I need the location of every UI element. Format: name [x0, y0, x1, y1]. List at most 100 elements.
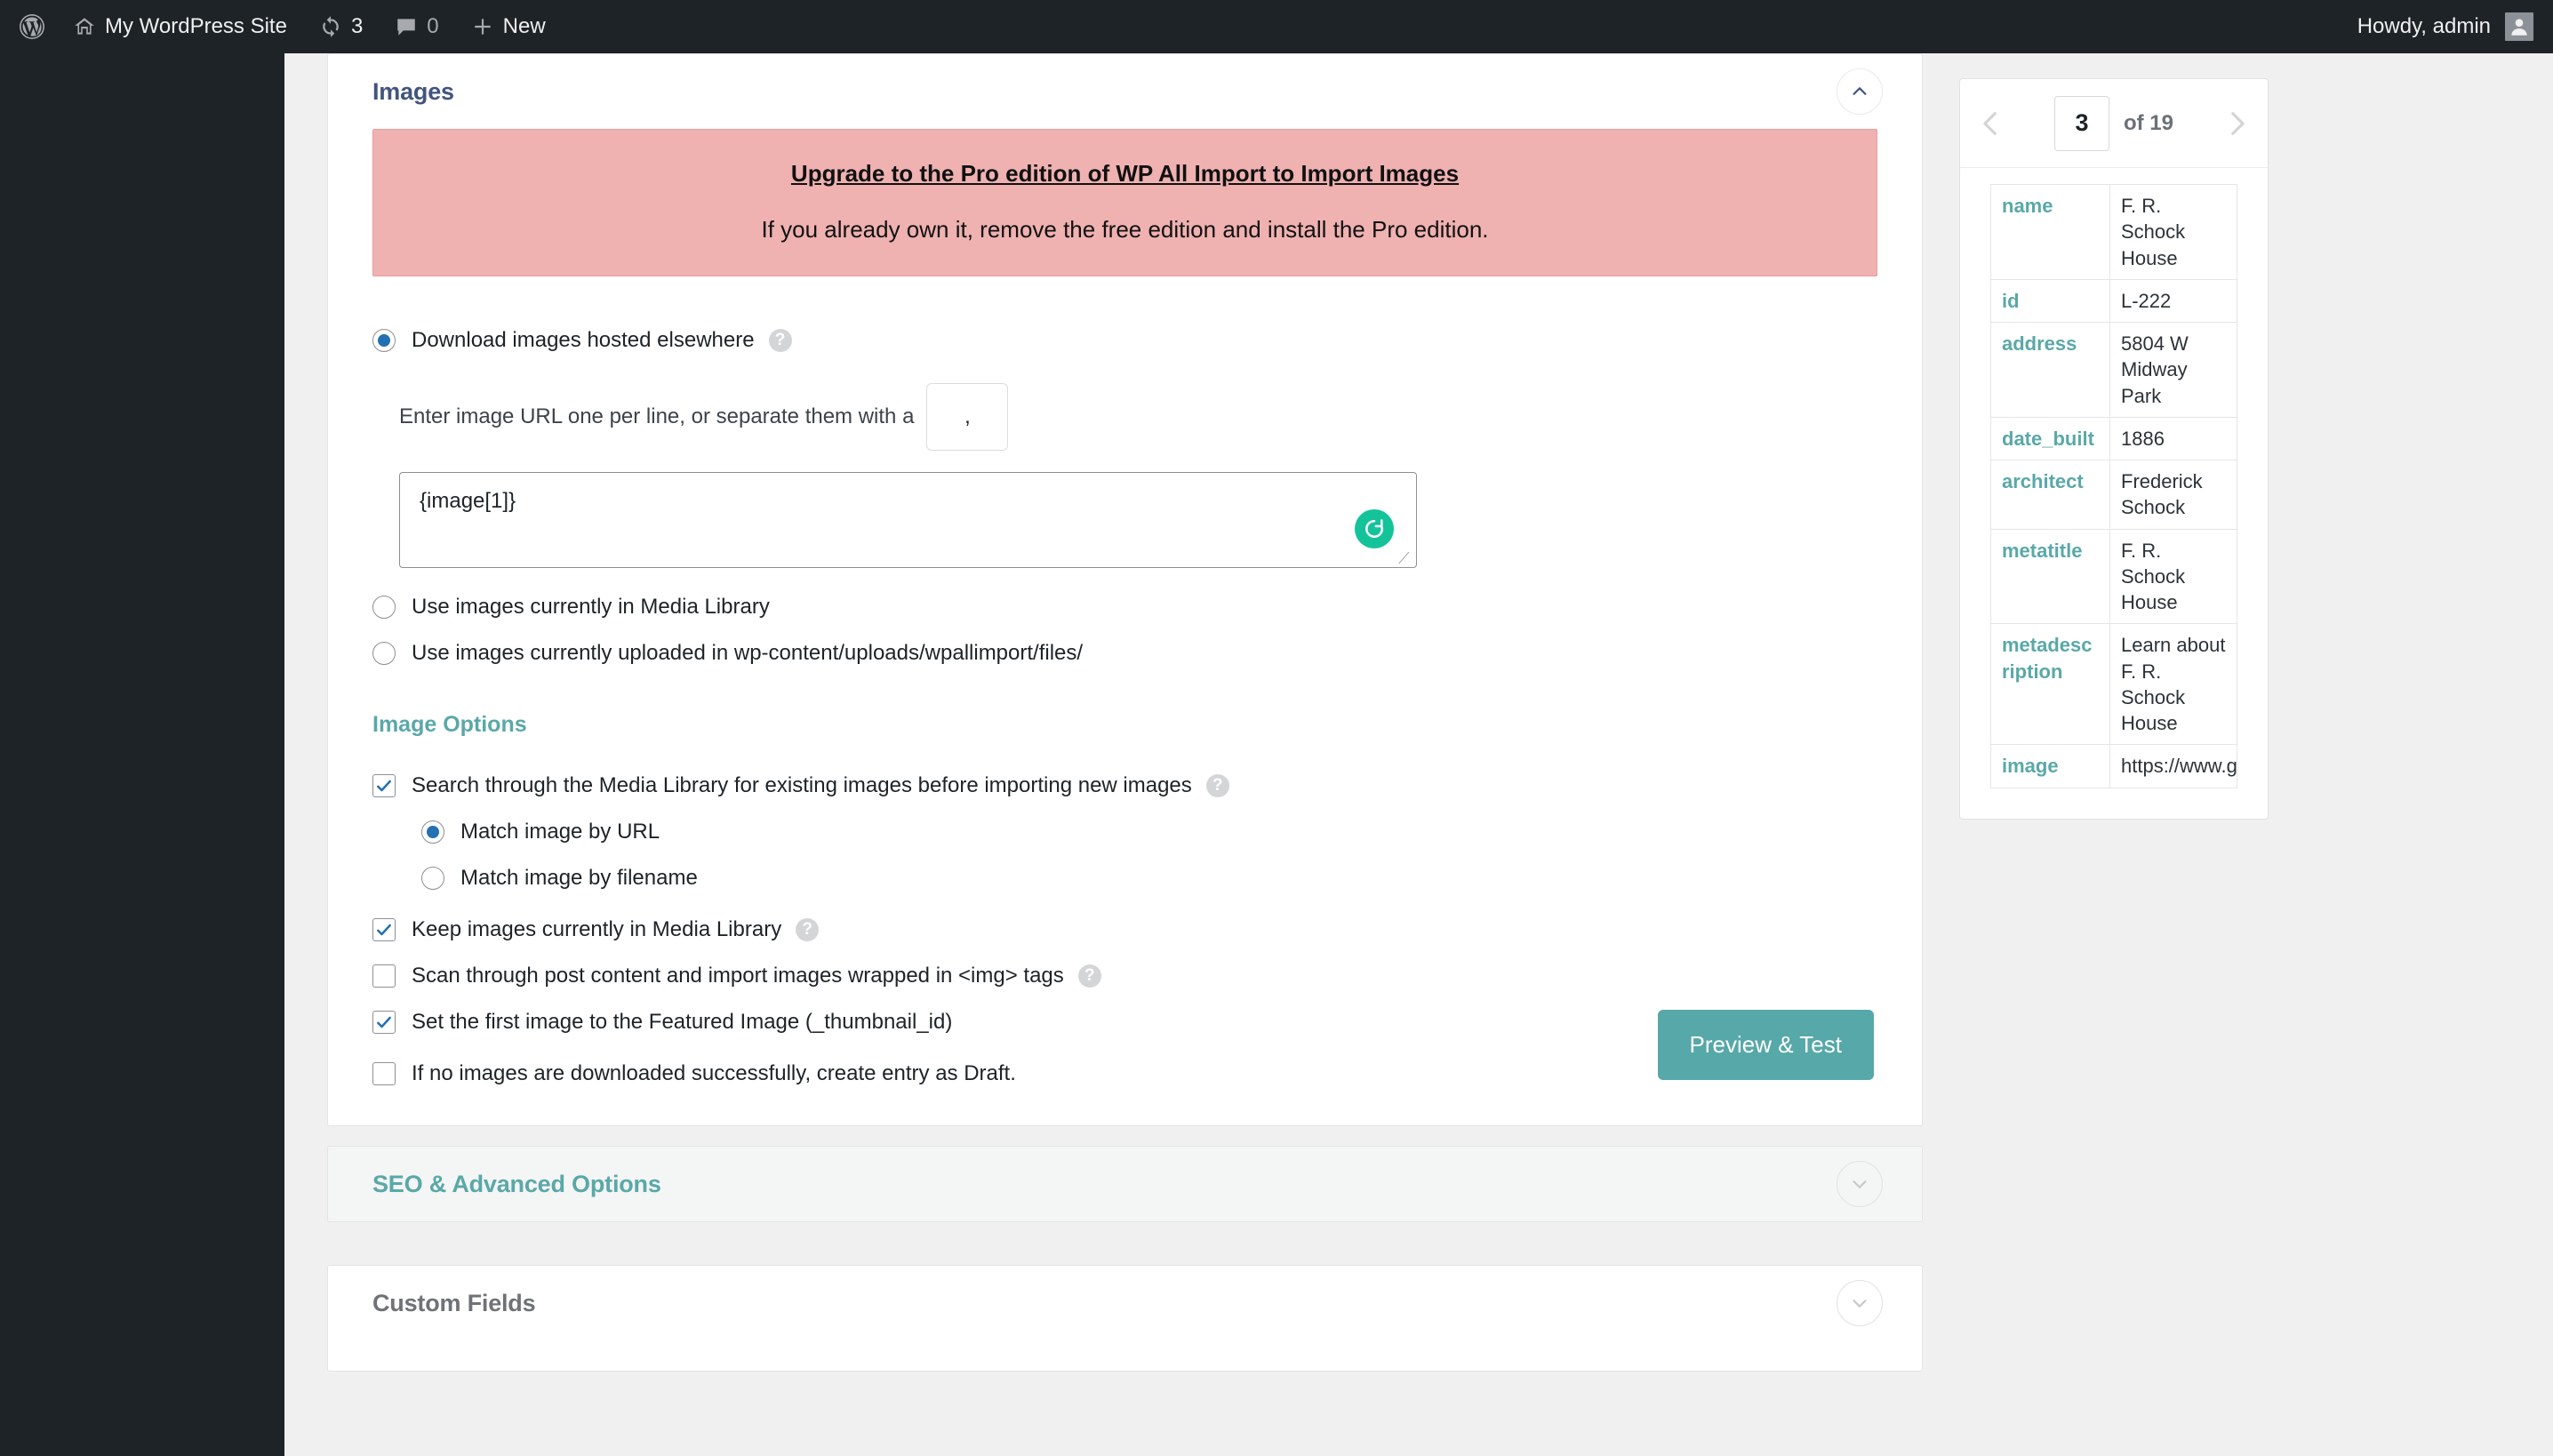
- field-value: Learn about F. R. Schock House: [2109, 623, 2237, 746]
- image-options-title: Image Options: [372, 712, 527, 737]
- option-scan-post-content[interactable]: Scan through post content and import ima…: [372, 964, 1877, 988]
- custom-fields-panel[interactable]: Custom Fields: [327, 1265, 1923, 1372]
- table-row: address 5804 W Midway Park: [1990, 322, 2237, 418]
- image-url-textarea[interactable]: {image[1]}: [399, 472, 1417, 568]
- updates-menu[interactable]: 3: [303, 0, 379, 53]
- table-row: id L-222: [1990, 278, 2237, 324]
- option-label: Search through the Media Library for exi…: [412, 773, 1192, 797]
- radio-uploads-folder[interactable]: [372, 642, 396, 665]
- checkbox-scan-post-content[interactable]: [372, 964, 396, 988]
- option-match-by-url[interactable]: Match image by URL: [421, 820, 1877, 844]
- plus-icon: [471, 15, 494, 38]
- comment-bubble-icon: [395, 15, 418, 38]
- table-row: metatitle F. R. Schock House: [1990, 528, 2237, 625]
- prev-record-button[interactable]: [1976, 108, 2006, 139]
- record-fields-wrap: name F. R. Schock House id L-222 address…: [1960, 168, 2268, 819]
- source-option-label: Use images currently in Media Library: [412, 595, 770, 619]
- field-value: F. R. Schock House: [2109, 528, 2237, 625]
- option-label: Match image by filename: [460, 866, 698, 890]
- field-key: architect: [1990, 460, 2110, 530]
- record-fields-table: name F. R. Schock House id L-222 address…: [1990, 184, 2237, 788]
- field-value: Frederick Schock: [2109, 460, 2237, 530]
- option-keep-images[interactable]: Keep images currently in Media Library ?: [372, 917, 1877, 942]
- help-icon[interactable]: ?: [768, 329, 792, 352]
- field-key: metadescription: [1990, 623, 2110, 746]
- record-preview-panel: 3 of 19 name F. R. Schock House id L-222…: [1959, 78, 2269, 820]
- field-value: 1886: [2109, 416, 2237, 461]
- checkbox-search-media-library[interactable]: [372, 774, 396, 797]
- custom-fields-panel-header[interactable]: Custom Fields: [328, 1266, 1922, 1340]
- record-pager-middle: 3 of 19: [2053, 95, 2173, 151]
- pro-upgrade-notice: Upgrade to the Pro edition of WP All Imp…: [372, 129, 1877, 276]
- images-panel-body: Upgrade to the Pro edition of WP All Imp…: [328, 129, 1922, 1125]
- field-key: metatitle: [1990, 528, 2110, 625]
- record-total-label: of 19: [2123, 110, 2173, 135]
- source-option-uploads-folder[interactable]: Use images currently uploaded in wp-cont…: [372, 641, 1877, 666]
- seo-advanced-panel-toggle[interactable]: [1837, 1161, 1883, 1207]
- comments-menu[interactable]: 0: [379, 0, 454, 53]
- help-icon[interactable]: ?: [1205, 774, 1229, 797]
- admin-sidebar: [0, 53, 284, 1456]
- source-option-label: Download images hosted elsewhere: [412, 328, 755, 352]
- separator-label: Enter image URL one per line, or separat…: [399, 404, 915, 428]
- custom-fields-panel-toggle[interactable]: [1837, 1280, 1883, 1326]
- site-name-label: My WordPress Site: [105, 14, 287, 38]
- table-row: metadescription Learn about F. R. Schock…: [1990, 623, 2237, 746]
- checkbox-set-featured-image[interactable]: [372, 1011, 396, 1034]
- options-bottom-row: Set the first image to the Featured Imag…: [372, 988, 1877, 1086]
- radio-media-library[interactable]: [372, 596, 396, 619]
- separator-row: Enter image URL one per line, or separat…: [399, 383, 1877, 451]
- field-value: 5804 W Midway Park: [2109, 322, 2237, 418]
- image-url-textarea-wrap: {image[1]} ⟋: [399, 472, 1417, 568]
- content-area: Images Upgrade to the Pro edition of WP …: [284, 53, 2553, 1456]
- grammarly-check-icon[interactable]: [1355, 509, 1394, 548]
- field-key: image: [1990, 744, 2110, 788]
- record-number-input[interactable]: 3: [2053, 95, 2109, 151]
- option-label: Set the first image to the Featured Imag…: [412, 1010, 953, 1034]
- my-account-menu[interactable]: Howdy, admin: [2357, 12, 2553, 41]
- chevron-up-icon: [1853, 87, 1867, 95]
- custom-fields-panel-title: Custom Fields: [372, 1289, 536, 1316]
- option-create-draft[interactable]: If no images are downloaded successfully…: [372, 1061, 1439, 1086]
- radio-match-by-url[interactable]: [421, 820, 444, 844]
- preview-and-test-button[interactable]: Preview & Test: [1657, 1010, 1874, 1080]
- radio-download-images[interactable]: [372, 329, 396, 352]
- site-name-menu[interactable]: My WordPress Site: [57, 0, 303, 53]
- separator-input[interactable]: ,: [926, 383, 1009, 451]
- record-preview-column: 3 of 19 name F. R. Schock House id L-222…: [1959, 78, 2269, 820]
- option-match-by-filename[interactable]: Match image by filename: [421, 866, 1877, 891]
- option-search-media-library[interactable]: Search through the Media Library for exi…: [372, 773, 1877, 798]
- source-option-media-library[interactable]: Use images currently in Media Library: [372, 595, 1877, 620]
- radio-match-by-filename[interactable]: [421, 867, 444, 890]
- source-option-download[interactable]: Download images hosted elsewhere ?: [372, 328, 1877, 353]
- option-set-featured-image[interactable]: Set the first image to the Featured Imag…: [372, 1010, 1439, 1035]
- table-row: image https://www.google.com/url?sa=i&ur…: [1990, 744, 2237, 788]
- comments-count: 0: [427, 14, 439, 38]
- field-value: L-222: [2109, 278, 2237, 324]
- images-panel-title: Images: [372, 77, 454, 105]
- options-bottom-left: Set the first image to the Featured Imag…: [372, 988, 1439, 1086]
- seo-advanced-panel-header[interactable]: SEO & Advanced Options: [328, 1147, 1922, 1221]
- pro-upgrade-link[interactable]: Upgrade to the Pro edition of WP All Imp…: [791, 160, 1459, 188]
- seo-advanced-panel[interactable]: SEO & Advanced Options: [327, 1146, 1923, 1222]
- table-row: architect Frederick Schock: [1990, 460, 2237, 530]
- images-panel-toggle[interactable]: [1837, 68, 1883, 115]
- chevron-down-icon: [1853, 1180, 1867, 1188]
- resize-grip-icon[interactable]: ⟋: [1398, 550, 1413, 566]
- new-content-menu[interactable]: New: [455, 0, 562, 53]
- option-label: Keep images currently in Media Library: [412, 917, 782, 941]
- next-record-button[interactable]: [2221, 108, 2252, 139]
- option-label: If no images are downloaded successfully…: [412, 1061, 1016, 1085]
- field-key: id: [1990, 278, 2110, 324]
- help-icon[interactable]: ?: [1077, 964, 1101, 988]
- option-label: Match image by URL: [460, 820, 660, 844]
- checkbox-create-draft[interactable]: [372, 1062, 396, 1085]
- chevron-down-icon: [1853, 1300, 1867, 1308]
- updates-sync-icon: [319, 15, 342, 38]
- images-panel-header[interactable]: Images: [328, 54, 1922, 129]
- field-key: address: [1990, 322, 2110, 418]
- help-icon[interactable]: ?: [796, 918, 820, 941]
- checkbox-keep-images[interactable]: [372, 918, 396, 941]
- wp-logo-menu[interactable]: [0, 0, 57, 53]
- table-row: name F. R. Schock House: [1990, 184, 2237, 280]
